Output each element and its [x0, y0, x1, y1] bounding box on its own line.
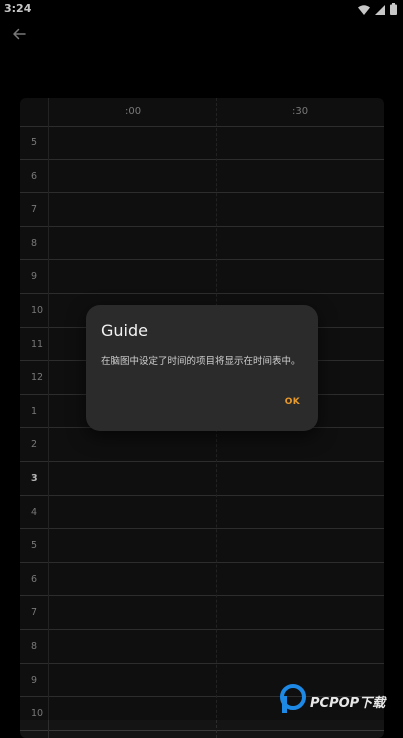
pcpop-logo-icon [280, 684, 306, 718]
ok-button[interactable]: OK [285, 397, 300, 407]
watermark: PCPOP下载 [280, 684, 385, 718]
dialog-title: Guide [101, 321, 148, 340]
watermark-text: PCPOP下载 [310, 695, 386, 711]
guide-dialog: Guide 在脑图中设定了时间的项目将显示在时间表中。 OK [86, 305, 318, 431]
dialog-message: 在脑图中设定了时间的项目将显示在时间表中。 [101, 356, 301, 367]
